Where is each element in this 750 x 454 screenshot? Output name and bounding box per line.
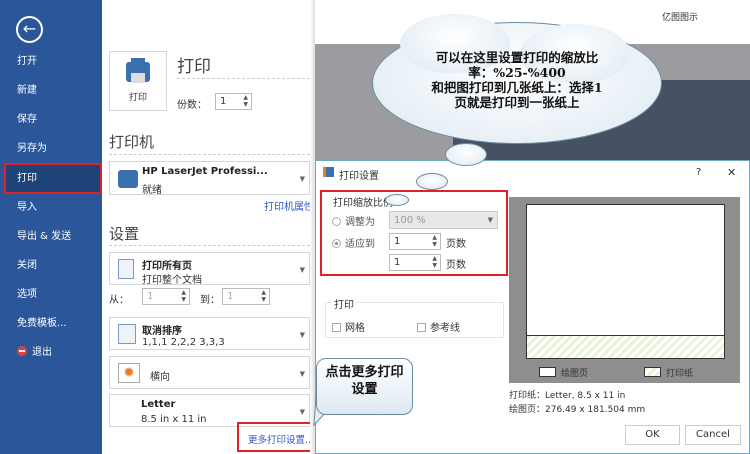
sidebar-item-templates[interactable]: 免费模板... <box>0 309 102 338</box>
printer-properties-link[interactable]: 打印机属性 <box>264 198 314 213</box>
exit-icon <box>17 346 27 356</box>
adjust-radio[interactable]: 调整为 <box>332 213 375 228</box>
app-logo-icon <box>323 167 334 177</box>
grid-checkbox[interactable]: 网格 <box>332 319 365 334</box>
collate-icon <box>118 324 136 344</box>
legend-paper-swatch <box>644 367 661 377</box>
sidebar-item-print[interactable]: 打印 <box>4 163 102 194</box>
scale-group-label: 打印缩放比例 <box>333 198 393 209</box>
print-group-label: 打印 <box>332 296 356 311</box>
copies-label: 份数： <box>177 100 207 111</box>
settings-heading: 设置 <box>109 225 140 243</box>
app-title: 亿图图示 <box>662 13 699 23</box>
printer-heading: 打印机 <box>109 133 155 151</box>
printer-icon <box>126 58 150 83</box>
sidebar: ← 打开 新建 保存 另存为 打印 导入 导出 & 发送 关闭 选项 免费模板.… <box>0 0 102 454</box>
more-settings-callout: 点击更多打印 设置 <box>316 358 413 415</box>
collate-select[interactable]: 取消排序 1,1,1 2,2,2 3,3,3 ▼ <box>109 317 310 350</box>
cloud-text: 可以在这里设置打印的缩放比 率：%25-%400 和把图打印到几张纸上：选择1 页就是… <box>431 50 603 110</box>
paper-overflow <box>526 335 725 359</box>
more-print-settings-link[interactable]: 更多打印设置... <box>248 432 314 446</box>
close-button[interactable]: ✕ <box>727 166 736 179</box>
sidebar-item-export-send[interactable]: 导出 & 发送 <box>0 222 102 251</box>
sidebar-item-save-as[interactable]: 另存为 <box>0 134 102 163</box>
cancel-button[interactable]: Cancel <box>685 425 741 445</box>
sidebar-item-options[interactable]: 选项 <box>0 280 102 309</box>
page-info: 绘图页：276.49 x 181.504 mm <box>509 405 646 415</box>
to-label: 到： <box>200 295 220 306</box>
page-preview: 绘图页 打印纸 <box>509 197 740 383</box>
sidebar-item-import[interactable]: 导入 <box>0 193 102 222</box>
dialog-title: 打印设置 <box>339 171 379 182</box>
print-title: 打印 <box>177 57 211 77</box>
sidebar-item-save[interactable]: 保存 <box>0 105 102 134</box>
sidebar-item-open[interactable]: 打开 <box>0 47 102 76</box>
printer-name: HP LaserJet Professi... <box>142 166 268 177</box>
pages-sub: 打印整个文档 <box>142 275 202 286</box>
copies-input[interactable]: 1 ▲ ▼ <box>215 93 252 110</box>
pages-unit-label: 页数 <box>446 239 466 250</box>
ok-button[interactable]: OK <box>625 425 680 445</box>
cloud-bubble <box>445 143 487 166</box>
collate-sub: 1,1,1 2,2,2 3,3,3 <box>142 337 225 348</box>
orientation-select[interactable]: ✹ 横向 ▼ <box>109 356 310 389</box>
printer-status: 就绪 <box>142 185 162 196</box>
from-label: 从： <box>109 295 129 306</box>
legend-page-swatch <box>539 367 556 377</box>
back-arrow-icon[interactable]: ← <box>16 16 43 43</box>
pages-icon <box>118 259 134 279</box>
orientation-label: 横向 <box>150 372 170 383</box>
from-input[interactable]: 1 ▲ ▼ <box>142 288 190 305</box>
pages-unit-label: 页数 <box>446 260 466 271</box>
sidebar-item-exit[interactable]: 退出 <box>0 338 102 367</box>
cloud-bubble <box>416 173 448 190</box>
guides-checkbox[interactable]: 参考线 <box>417 319 460 334</box>
paper-info: 打印纸：Letter, 8.5 x 11 in <box>509 391 626 401</box>
legend-page-label: 绘图页 <box>561 369 589 379</box>
fit-height-input[interactable]: 1 ▲ ▼ <box>389 254 441 271</box>
fit-radio[interactable]: 适应到 <box>332 235 375 250</box>
exit-label: 退出 <box>32 347 52 358</box>
legend-paper-label: 打印纸 <box>666 369 694 379</box>
printer-select[interactable]: HP LaserJet Professi... 就绪 ▼ <box>109 161 310 196</box>
fit-width-input[interactable]: 1 ▲ ▼ <box>389 233 441 250</box>
adjust-select[interactable]: 100 % ▼ <box>389 211 498 229</box>
pages-title: 打印所有页 <box>142 261 192 272</box>
sidebar-item-new[interactable]: 新建 <box>0 76 102 105</box>
paper-sub: 8.5 in x 11 in <box>141 414 207 425</box>
print-panel: 打印 打印 份数： 1 ▲ ▼ 打印机 HP LaserJet Professi..… <box>102 0 315 454</box>
paper-title: Letter <box>141 399 176 410</box>
cloud-bubble <box>385 194 409 206</box>
print-button[interactable]: 打印 <box>109 51 167 111</box>
to-input[interactable]: 1 ▲ ▼ <box>222 288 270 305</box>
sidebar-item-close[interactable]: 关闭 <box>0 251 102 280</box>
help-button[interactable]: ? <box>696 167 701 178</box>
collate-title: 取消排序 <box>142 326 182 337</box>
printer-icon <box>118 170 138 188</box>
print-button-label: 打印 <box>128 93 147 103</box>
page-range-select[interactable]: 打印所有页 打印整个文档 ▼ <box>109 252 310 286</box>
landscape-icon: ✹ <box>118 363 140 383</box>
